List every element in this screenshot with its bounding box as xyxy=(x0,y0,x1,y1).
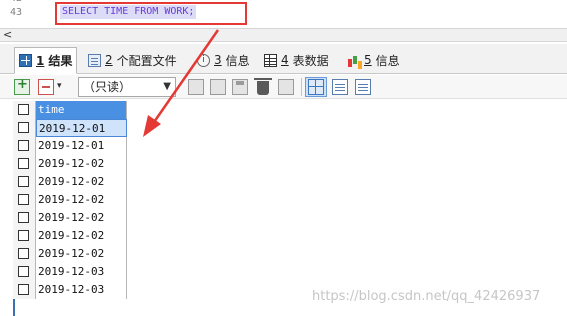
tab-profiles[interactable]: 2 个配置文件 xyxy=(88,49,177,71)
time-cell[interactable]: 2019-12-02 xyxy=(36,227,127,245)
select-all-cell xyxy=(13,101,36,119)
column-header-time[interactable]: time xyxy=(36,101,127,119)
sql-editor[interactable]: 42 43 SELECT TIME FROM WORK; xyxy=(0,0,567,28)
row-checkbox[interactable] xyxy=(18,158,29,169)
table-row[interactable]: 2019-12-03 xyxy=(13,281,127,299)
text-view-icon[interactable] xyxy=(355,79,371,95)
row-checkbox[interactable] xyxy=(18,266,29,277)
tab-number: 4 xyxy=(281,53,289,67)
result-grid: time 2019-12-01 2019-12-01 2019-12-02 2019-… xyxy=(13,101,127,299)
table-row[interactable]: 2019-12-02 xyxy=(13,173,127,191)
table-header-row: time xyxy=(13,101,127,119)
refresh-icon[interactable] xyxy=(188,79,204,95)
annotation-highlight-box xyxy=(55,2,247,25)
row-checkbox-cell xyxy=(13,119,36,137)
scroll-left-icon[interactable]: < xyxy=(3,28,12,41)
tab-number: 5 xyxy=(364,53,372,67)
delete-row-icon[interactable] xyxy=(38,79,54,95)
horizontal-scrollbar[interactable]: < xyxy=(0,28,567,42)
readonly-mode-select[interactable]: （只读） ▼ xyxy=(78,77,176,97)
copy-row-icon[interactable] xyxy=(210,79,226,95)
info-icon: i xyxy=(197,53,210,67)
table-row[interactable]: 2019-12-02 xyxy=(13,245,127,263)
row-checkbox[interactable] xyxy=(18,212,29,223)
result-tab-bar: 1 结果 2 个配置文件 i 3 信息 4 表数据 5 信息 xyxy=(0,44,567,74)
line-number-gutter: 42 43 xyxy=(0,0,40,28)
row-checkbox-cell xyxy=(13,245,36,263)
chart-icon xyxy=(347,54,360,67)
tab-info[interactable]: i 3 信息 xyxy=(197,49,250,71)
toolbar-divider xyxy=(301,78,302,96)
time-cell[interactable]: 2019-12-03 xyxy=(36,281,127,299)
tab-number: 1 xyxy=(36,53,45,68)
select-all-checkbox[interactable] xyxy=(18,104,29,115)
grid-view-icon xyxy=(308,79,324,95)
grid-icon xyxy=(19,54,32,67)
row-checkbox-cell xyxy=(13,209,36,227)
row-checkbox[interactable] xyxy=(18,194,29,205)
chevron-down-icon[interactable]: ▾ xyxy=(57,81,62,91)
row-checkbox[interactable] xyxy=(18,284,29,295)
row-checkbox-cell xyxy=(13,155,36,173)
tab-label: 个配置文件 xyxy=(116,53,177,68)
time-cell[interactable]: 2019-12-02 xyxy=(36,209,127,227)
tab-results[interactable]: 1 结果 xyxy=(14,47,78,74)
tab-label: 信息 xyxy=(375,53,400,68)
trash-icon[interactable] xyxy=(254,78,272,95)
row-checkbox-cell xyxy=(13,263,36,281)
cancel-changes-icon[interactable] xyxy=(278,79,294,95)
add-row-icon[interactable] xyxy=(14,77,30,95)
table-icon xyxy=(264,53,277,67)
line-number: 42 xyxy=(10,0,22,4)
time-cell[interactable]: 2019-12-02 xyxy=(36,155,127,173)
tab-label: 信息 xyxy=(225,53,250,68)
select-value: （只读） xyxy=(83,80,132,94)
row-checkbox-cell xyxy=(13,173,36,191)
tab-table-data[interactable]: 4 表数据 xyxy=(264,49,329,71)
form-view-icon[interactable] xyxy=(332,79,348,95)
profile-icon xyxy=(88,53,101,67)
line-number: 43 xyxy=(10,7,23,18)
time-cell[interactable]: 2019-12-01 xyxy=(36,119,127,137)
table-row[interactable]: 2019-12-02 xyxy=(13,227,127,245)
tab-label: 结果 xyxy=(48,54,73,68)
tab-info-2[interactable]: 5 信息 xyxy=(347,49,400,71)
row-checkbox-cell xyxy=(13,227,36,245)
row-checkbox-cell xyxy=(13,281,36,299)
table-row[interactable]: 2019-12-01 xyxy=(13,119,127,137)
tab-label: 表数据 xyxy=(292,53,329,68)
table-row[interactable]: 2019-12-03 xyxy=(13,263,127,281)
row-checkbox[interactable] xyxy=(18,230,29,241)
watermark-text: https://blog.csdn.net/qq_42426937 xyxy=(312,289,541,304)
row-checkbox-cell xyxy=(13,191,36,209)
table-row[interactable]: 2019-12-01 xyxy=(13,137,127,155)
save-icon[interactable] xyxy=(232,79,248,95)
time-cell[interactable]: 2019-12-03 xyxy=(36,263,127,281)
table-row[interactable]: 2019-12-02 xyxy=(13,155,127,173)
tab-number: 3 xyxy=(214,53,222,67)
row-checkbox-cell xyxy=(13,137,36,155)
time-cell[interactable]: 2019-12-02 xyxy=(36,245,127,263)
tab-number: 2 xyxy=(105,53,113,67)
row-checkbox[interactable] xyxy=(18,176,29,187)
row-checkbox[interactable] xyxy=(18,122,29,133)
time-cell[interactable]: 2019-12-02 xyxy=(36,173,127,191)
result-toolbar: ▾ （只读） ▼ xyxy=(0,75,567,99)
chevron-down-icon: ▼ xyxy=(163,81,171,92)
time-cell[interactable]: 2019-12-02 xyxy=(36,191,127,209)
grid-view-button[interactable] xyxy=(305,77,327,97)
time-cell[interactable]: 2019-12-01 xyxy=(36,137,127,155)
row-checkbox[interactable] xyxy=(18,248,29,259)
table-row[interactable]: 2019-12-02 xyxy=(13,209,127,227)
row-checkbox[interactable] xyxy=(18,140,29,151)
table-row[interactable]: 2019-12-02 xyxy=(13,191,127,209)
